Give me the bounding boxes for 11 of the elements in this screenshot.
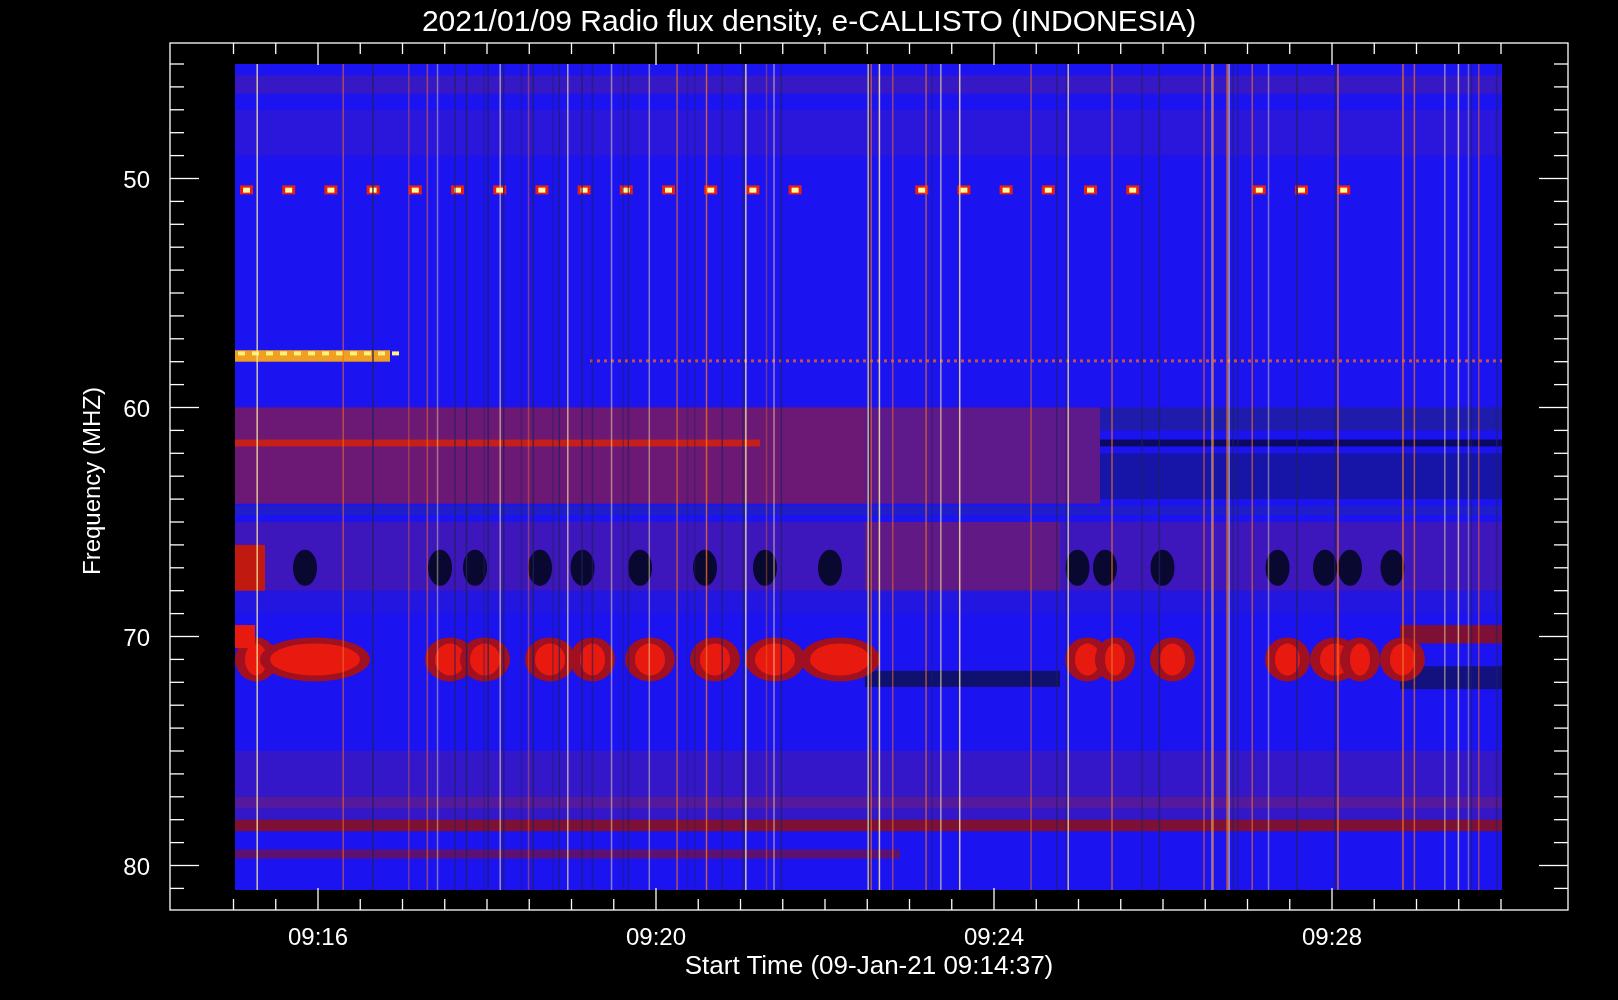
axis-tick-label: 09:24 <box>963 923 1025 950</box>
axis-title: Frequency (MHZ) <box>78 387 105 575</box>
axis-tick-label: 09:20 <box>625 923 687 950</box>
axis-tick-label: 60 <box>123 394 150 422</box>
axis-tick-label: 09:16 <box>287 923 349 950</box>
axis-tick-label: 80 <box>123 852 150 880</box>
axis-tick-label: 09:28 <box>1301 923 1363 950</box>
axis-tick-label: 70 <box>123 623 150 651</box>
axis-tick-label: 50 <box>123 165 150 193</box>
axis-title: Start Time (09-Jan-21 09:14:37) <box>684 950 1054 980</box>
chart-title: 2021/01/09 Radio flux density, e-CALLISTO (INDONESIA) <box>421 4 1197 37</box>
